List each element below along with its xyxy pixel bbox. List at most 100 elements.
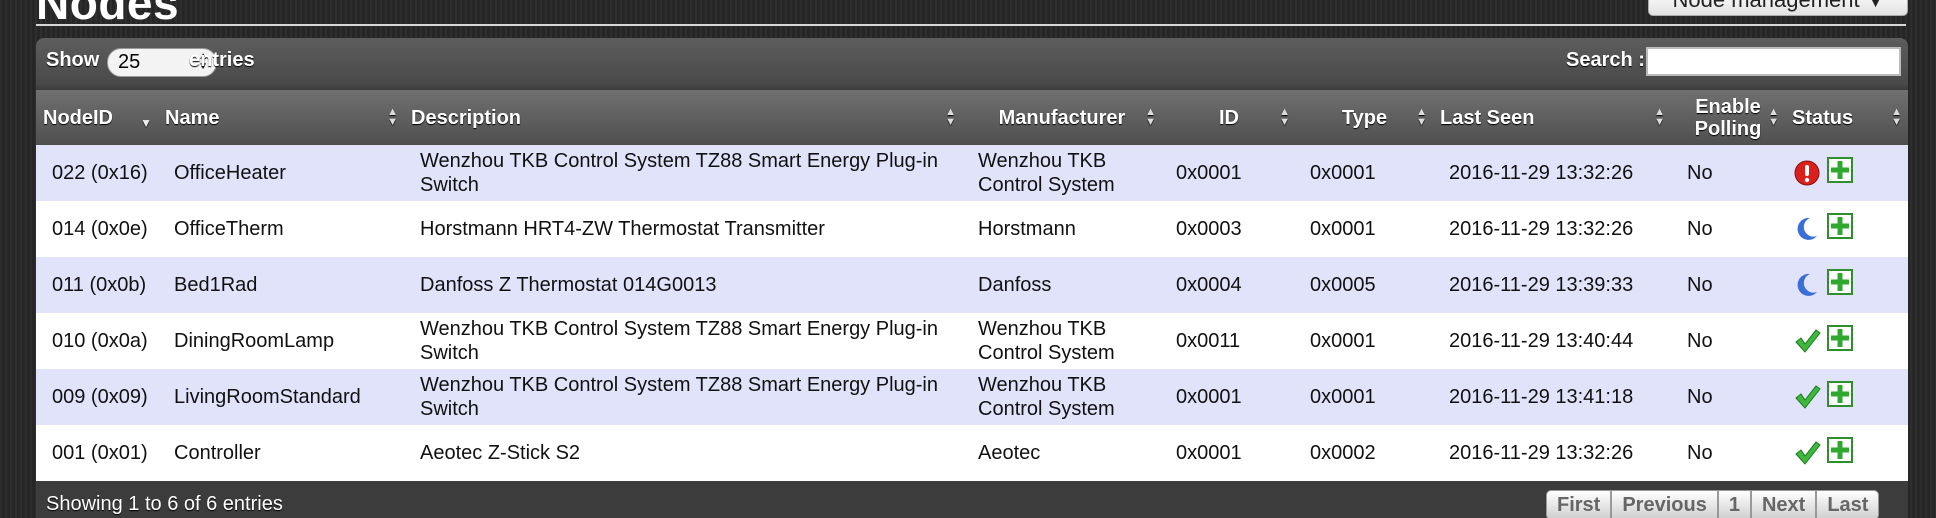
cell-last-seen: 2016-11-29 13:39:33 [1449, 274, 1634, 296]
cell-status [1785, 201, 1908, 257]
search-label: Search : [1566, 49, 1645, 71]
pagination: First Previous 1 Next Last [1546, 490, 1880, 518]
cell-id: 0x0001 [1176, 386, 1242, 408]
cell-status [1785, 257, 1908, 313]
add-icon[interactable] [1827, 437, 1853, 469]
cell-type: 0x0001 [1310, 386, 1376, 408]
cell-id: 0x0003 [1176, 218, 1242, 240]
cell-last-seen: 2016-11-29 13:40:44 [1449, 330, 1634, 352]
cell-id: 0x0011 [1176, 330, 1241, 352]
cell-manufacturer: Wenzhou TKB Control System [978, 374, 1115, 420]
title-divider [36, 24, 1906, 26]
show-label: Show [46, 49, 100, 71]
add-icon[interactable] [1827, 381, 1853, 413]
column-header-nodeid[interactable]: NodeID ▼ [36, 90, 158, 145]
column-header-status[interactable]: Status ▲ ▼ [1785, 90, 1908, 145]
cell-status [1785, 145, 1908, 201]
cell-enable-polling: No [1687, 218, 1713, 240]
cell-id: 0x0004 [1176, 274, 1242, 296]
table-row[interactable]: 001 (0x01) Controller Aeotec Z-Stick S2 Aeo… [36, 425, 1908, 481]
cell-last-seen: 2016-11-29 13:32:26 [1449, 162, 1634, 184]
sort-desc-icon: ▼ [140, 116, 152, 130]
add-icon[interactable] [1827, 213, 1853, 245]
pagination-previous[interactable]: Previous [1611, 490, 1718, 518]
cell-type: 0x0001 [1310, 330, 1376, 352]
cell-id: 0x0001 [1176, 442, 1242, 464]
column-header-description[interactable]: Description ▲ ▼ [404, 90, 962, 145]
cell-manufacturer: Danfoss [978, 274, 1052, 296]
sleeping-moon-icon[interactable] [1793, 215, 1821, 243]
cell-status [1785, 313, 1908, 369]
cell-nodeid: 011 (0x0b) [52, 274, 147, 296]
checkmark-icon[interactable] [1793, 327, 1821, 355]
cell-enable-polling: No [1687, 162, 1713, 184]
cell-description: Wenzhou TKB Control System TZ88 Smart En… [420, 318, 938, 364]
add-icon[interactable] [1827, 157, 1853, 189]
table-row[interactable]: 014 (0x0e) OfficeTherm Horstmann HRT4-ZW T… [36, 201, 1908, 257]
node-management-label: Node management [1673, 0, 1860, 12]
pagination-page[interactable]: 1 [1717, 490, 1751, 518]
column-header-name[interactable]: Name ▲ ▼ [158, 90, 404, 145]
table-info: Showing 1 to 6 of 6 entries [46, 493, 283, 515]
cell-id: 0x0001 [1176, 162, 1242, 184]
cell-nodeid: 022 (0x16) [52, 162, 148, 184]
error-icon[interactable] [1793, 159, 1821, 187]
table-row[interactable]: 011 (0x0b) Bed1Rad Danfoss Z Thermostat 01… [36, 257, 1908, 313]
column-header-last-seen[interactable]: Last Seen ▲ ▼ [1433, 90, 1671, 145]
cell-name: Bed1Rad [174, 274, 258, 296]
cell-description: Wenzhou TKB Control System TZ88 Smart En… [420, 374, 938, 420]
sort-icon: ▲ ▼ [1768, 106, 1779, 128]
table-toolbar: Show 25 ▲ ▼ entries Search : [36, 38, 1908, 88]
cell-last-seen: 2016-11-29 13:32:26 [1449, 218, 1634, 240]
entries-label: entries [189, 49, 255, 71]
nodes-panel: Show 25 ▲ ▼ entries Search : NodeID ▼ Name… [36, 38, 1908, 518]
cell-enable-polling: No [1687, 386, 1713, 408]
cell-name: OfficeTherm [174, 218, 284, 240]
cell-manufacturer: Horstmann [978, 218, 1076, 240]
sort-icon: ▲ ▼ [1416, 106, 1427, 128]
cell-type: 0x0001 [1310, 162, 1376, 184]
checkmark-icon[interactable] [1793, 383, 1821, 411]
column-header-type[interactable]: Type ▲ ▼ [1296, 90, 1433, 145]
cell-name: DiningRoomLamp [174, 330, 335, 352]
table-row[interactable]: 022 (0x16) OfficeHeater Wenzhou TKB Contro… [36, 145, 1908, 201]
table-row[interactable]: 009 (0x09) LivingRoomStandard Wenzhou TKB … [36, 369, 1908, 425]
sort-icon: ▲ ▼ [945, 106, 956, 128]
cell-manufacturer: Wenzhou TKB Control System [978, 150, 1115, 196]
cell-nodeid: 010 (0x0a) [52, 330, 148, 352]
header-row: NodeID ▼ Name ▲ ▼ Description ▲ ▼ Manufacture… [36, 90, 1908, 145]
column-header-enable-polling[interactable]: Enable Polling ▲ ▼ [1671, 90, 1785, 145]
sort-icon: ▲ ▼ [387, 106, 398, 128]
node-management-button[interactable]: Node management ▼ [1648, 0, 1908, 16]
cell-name: OfficeHeater [174, 162, 286, 184]
cell-name: Controller [174, 442, 261, 464]
cell-name: LivingRoomStandard [174, 386, 361, 408]
search-input[interactable] [1646, 47, 1901, 76]
add-icon[interactable] [1827, 325, 1853, 357]
pagination-next[interactable]: Next [1750, 490, 1817, 518]
cell-last-seen: 2016-11-29 13:32:26 [1449, 442, 1634, 464]
cell-description: Aeotec Z-Stick S2 [420, 442, 581, 464]
cell-nodeid: 014 (0x0e) [52, 218, 148, 240]
add-icon[interactable] [1827, 269, 1853, 301]
cell-enable-polling: No [1687, 274, 1713, 296]
column-header-manufacturer[interactable]: Manufacturer ▲ ▼ [962, 90, 1162, 145]
sleeping-moon-icon[interactable] [1793, 271, 1821, 299]
cell-nodeid: 001 (0x01) [52, 442, 148, 464]
cell-last-seen: 2016-11-29 13:41:18 [1449, 386, 1634, 408]
cell-enable-polling: No [1687, 442, 1713, 464]
sort-icon: ▲ ▼ [1891, 106, 1902, 128]
cell-nodeid: 009 (0x09) [52, 386, 148, 408]
checkmark-icon[interactable] [1793, 439, 1821, 467]
cell-description: Wenzhou TKB Control System TZ88 Smart En… [420, 150, 938, 196]
sort-icon: ▲ ▼ [1145, 106, 1156, 128]
cell-manufacturer: Aeotec [978, 442, 1041, 464]
sort-icon: ▲ ▼ [1654, 106, 1665, 128]
pagination-last[interactable]: Last [1816, 490, 1880, 518]
cell-enable-polling: No [1687, 330, 1713, 352]
cell-status [1785, 425, 1908, 481]
cell-description: Danfoss Z Thermostat 014G0013 [420, 274, 717, 296]
column-header-id[interactable]: ID ▲ ▼ [1162, 90, 1296, 145]
table-row[interactable]: 010 (0x0a) DiningRoomLamp Wenzhou TKB Cont… [36, 313, 1908, 369]
pagination-first[interactable]: First [1546, 490, 1612, 518]
